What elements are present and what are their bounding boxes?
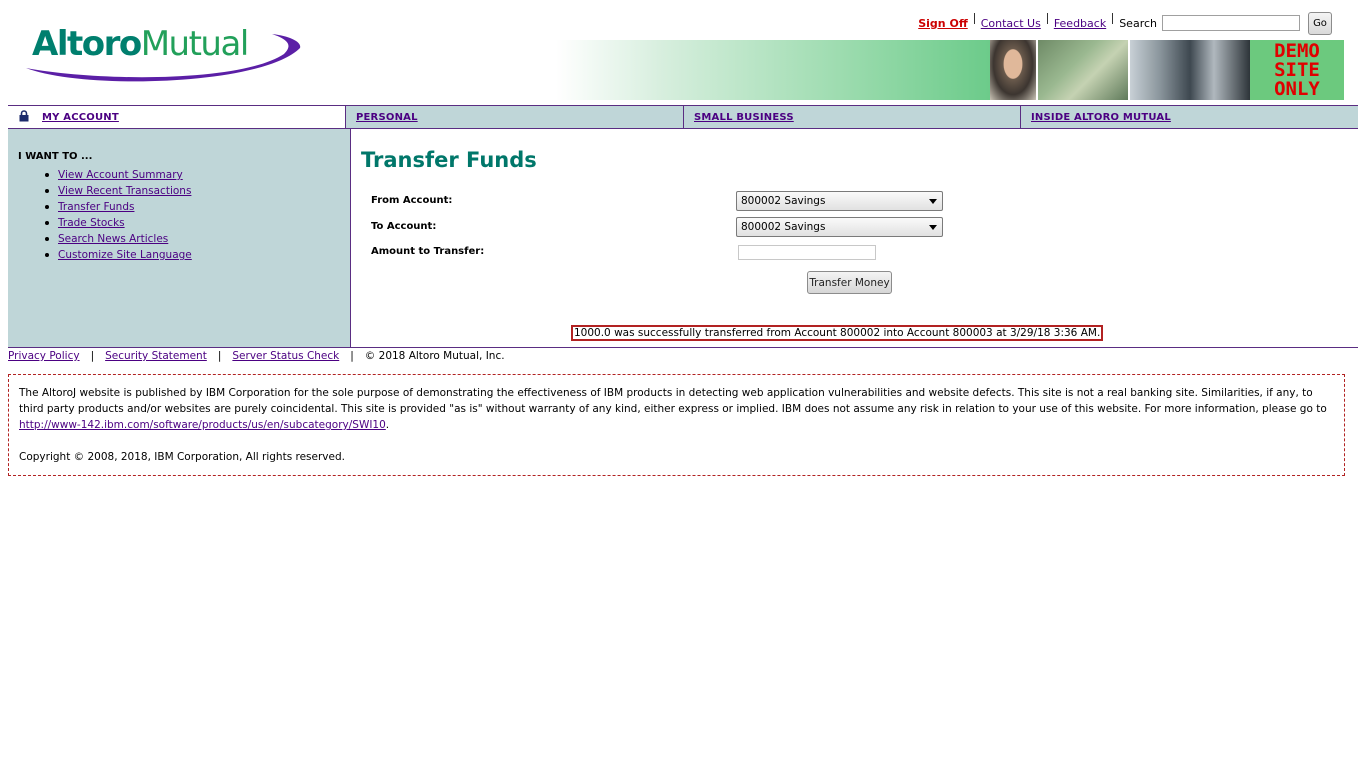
tab-personal-link[interactable]: PERSONAL xyxy=(356,112,418,123)
sidebar-link[interactable]: Trade Stocks xyxy=(58,217,125,229)
separator xyxy=(1046,12,1048,24)
banner-photo-meeting xyxy=(1130,40,1250,100)
tab-inside-altoro[interactable]: INSIDE ALTORO MUTUAL xyxy=(1020,106,1358,128)
tab-my-account-link[interactable]: MY ACCOUNT xyxy=(42,112,119,123)
sidebar-link[interactable]: View Recent Transactions xyxy=(58,185,191,197)
banner-gradient xyxy=(556,40,990,100)
separator: | xyxy=(217,350,222,362)
separator: | xyxy=(350,350,354,362)
disclaimer-period: . xyxy=(385,419,390,431)
separator xyxy=(973,12,975,24)
sidebar-heading: I WANT TO ... xyxy=(18,151,93,162)
server-status-link[interactable]: Server Status Check xyxy=(232,350,339,362)
amount-label: Amount to Transfer: xyxy=(371,246,485,257)
utility-links: Sign Off Contact Us Feedback Search Go xyxy=(915,11,1332,35)
tab-small-business[interactable]: SMALL BUSINESS xyxy=(683,106,1020,128)
chevron-down-icon xyxy=(929,199,937,204)
from-account-label: From Account: xyxy=(371,195,453,206)
sidebar-link[interactable]: View Account Summary xyxy=(58,169,183,181)
tab-inside-altoro-link[interactable]: INSIDE ALTORO MUTUAL xyxy=(1031,112,1171,123)
to-account-value: 800002 Savings xyxy=(741,221,826,233)
banner-photo-hands xyxy=(1038,40,1128,100)
separator xyxy=(1112,12,1114,24)
header-banner: DEMO SITE ONLY xyxy=(556,40,1344,100)
lock-icon xyxy=(19,110,29,122)
disclaimer-copyright: Copyright © 2008, 2018, IBM Corporation,… xyxy=(19,451,345,463)
logo-text: AltoroMutual xyxy=(32,24,250,64)
transfer-money-button[interactable]: Transfer Money xyxy=(807,271,892,294)
sidebar-item-recent-transactions: View Recent Transactions xyxy=(45,183,192,199)
footer-copyright: © 2018 Altoro Mutual, Inc. xyxy=(364,350,505,362)
sidebar: I WANT TO ... View Account Summary View … xyxy=(8,129,351,347)
tab-personal[interactable]: PERSONAL xyxy=(345,106,683,128)
demo-site-badge: DEMO SITE ONLY xyxy=(1250,40,1344,100)
transfer-status-message: 1000.0 was successfully transferred from… xyxy=(571,325,1104,341)
disclaimer-box: The AltoroJ website is published by IBM … xyxy=(8,374,1345,476)
sidebar-item-transfer-funds: Transfer Funds xyxy=(45,199,192,215)
separator: | xyxy=(90,350,95,362)
main-nav: MY ACCOUNT PERSONAL SMALL BUSINESS INSID… xyxy=(8,105,1358,129)
sidebar-item-customize-language: Customize Site Language xyxy=(45,247,192,263)
disclaimer-text: The AltoroJ website is published by IBM … xyxy=(19,385,1334,433)
sidebar-link[interactable]: Customize Site Language xyxy=(58,249,192,261)
sidebar-item-account-summary: View Account Summary xyxy=(45,167,192,183)
search-input[interactable] xyxy=(1162,15,1300,31)
logo-word-altoro: Altoro xyxy=(32,24,142,64)
ibm-info-link[interactable]: http://www-142.ibm.com/software/products… xyxy=(19,419,386,431)
tab-small-business-link[interactable]: SMALL BUSINESS xyxy=(694,112,794,123)
demo-line: ONLY xyxy=(1274,78,1320,100)
sidebar-list: View Account Summary View Recent Transac… xyxy=(45,167,192,263)
security-statement-link[interactable]: Security Statement xyxy=(105,350,207,362)
from-account-value: 800002 Savings xyxy=(741,195,826,207)
amount-input[interactable] xyxy=(738,245,876,260)
page-title: Transfer Funds xyxy=(361,148,537,172)
main-content: Transfer Funds From Account: 800002 Savi… xyxy=(352,129,1358,347)
from-account-select[interactable]: 800002 Savings xyxy=(736,191,943,211)
disclaimer-body: The AltoroJ website is published by IBM … xyxy=(19,387,1327,415)
sidebar-link[interactable]: Transfer Funds xyxy=(58,201,134,213)
to-account-select[interactable]: 800002 Savings xyxy=(736,217,943,237)
search-label: Search xyxy=(1119,16,1157,30)
tab-my-account[interactable]: MY ACCOUNT xyxy=(8,106,345,128)
altoro-mutual-logo[interactable]: AltoroMutual xyxy=(22,24,304,86)
privacy-policy-link[interactable]: Privacy Policy xyxy=(8,350,80,362)
chevron-down-icon xyxy=(929,225,937,230)
logo-word-mutual: Mutual xyxy=(140,24,250,64)
search-go-button[interactable]: Go xyxy=(1308,11,1332,35)
sign-off-link[interactable]: Sign Off xyxy=(918,17,968,30)
contact-us-link[interactable]: Contact Us xyxy=(981,17,1041,30)
footer-divider xyxy=(8,347,1358,348)
footer-links: Privacy Policy | Security Statement | Server… xyxy=(8,350,505,362)
sidebar-item-trade-stocks: Trade Stocks xyxy=(45,215,192,231)
to-account-label: To Account: xyxy=(371,221,437,232)
banner-photo-woman xyxy=(990,40,1036,100)
sidebar-link[interactable]: Search News Articles xyxy=(58,233,168,245)
sidebar-item-search-news: Search News Articles xyxy=(45,231,192,247)
feedback-link[interactable]: Feedback xyxy=(1054,17,1106,30)
